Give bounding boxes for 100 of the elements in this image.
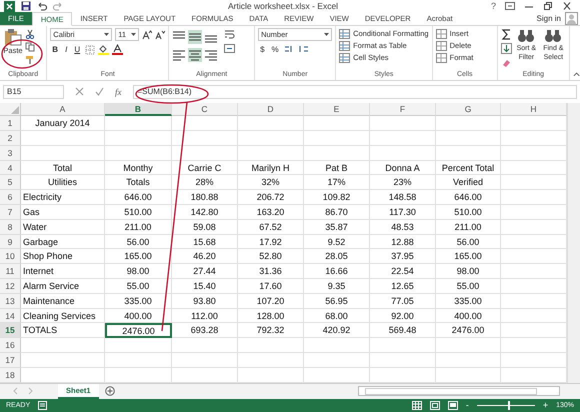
table-cell: 32% (238, 175, 304, 190)
page-break-icon[interactable] (448, 400, 458, 410)
ribbon-display-icon[interactable] (505, 2, 515, 10)
row-header[interactable]: 15 (0, 323, 21, 338)
row-header[interactable]: 13 (0, 294, 21, 309)
table-cell: 15.40 (172, 279, 238, 294)
column-header[interactable]: A (21, 103, 105, 116)
align-middle-icon[interactable] (188, 30, 202, 44)
shrink-font-icon[interactable] (155, 30, 166, 40)
active-cell[interactable]: 2476.00 (105, 323, 172, 338)
bold-button[interactable]: B (50, 45, 60, 54)
row-header[interactable]: 4 (0, 160, 21, 176)
save-icon[interactable] (21, 1, 31, 12)
add-sheet-icon[interactable] (104, 386, 115, 396)
empty-cell (304, 338, 370, 354)
column-header[interactable]: G (436, 103, 501, 116)
row-header[interactable]: 14 (0, 308, 21, 324)
copy-icon[interactable] (25, 42, 35, 52)
page-layout-icon[interactable] (430, 400, 440, 410)
table-cell: 165.00 (436, 249, 501, 264)
table-cell: 28.05 (304, 249, 370, 264)
fill-down-icon[interactable] (500, 43, 512, 54)
table-cell: 510.00 (105, 205, 172, 220)
underline-button[interactable]: U (72, 45, 82, 54)
enter-icon[interactable] (95, 87, 104, 96)
row-header[interactable]: 9 (0, 234, 21, 250)
align-center-icon[interactable] (188, 48, 202, 62)
autosum-icon[interactable] (500, 29, 512, 40)
column-header[interactable]: E (304, 103, 370, 116)
collapse-ribbon-icon[interactable] (572, 70, 580, 77)
normal-view-icon[interactable] (412, 400, 422, 410)
cut-icon[interactable] (25, 29, 35, 40)
name-box[interactable]: B15 (3, 84, 64, 99)
column-header[interactable]: D (238, 103, 304, 116)
zoom-in-button[interactable]: + (542, 400, 548, 410)
sign-in-link[interactable]: Sign in (536, 12, 565, 26)
format-painter-icon[interactable] (25, 55, 35, 66)
row-header[interactable]: 8 (0, 220, 21, 235)
italic-button[interactable]: I (63, 45, 70, 54)
align-left-icon[interactable] (172, 48, 186, 62)
table-cell: 17.60 (238, 279, 304, 294)
caret-icon (104, 32, 110, 37)
font-color-icon[interactable] (112, 44, 124, 56)
empty-cell (172, 353, 238, 368)
undo-icon[interactable] (37, 1, 47, 12)
decrease-decimal-icon[interactable] (298, 44, 309, 54)
eraser-icon[interactable] (500, 57, 512, 68)
table-cell: 792.32 (238, 323, 304, 338)
column-header[interactable]: B (105, 103, 172, 116)
horizontal-scrollbar[interactable] (358, 386, 560, 396)
row-header[interactable]: 12 (0, 279, 21, 294)
close-icon[interactable] (562, 2, 572, 10)
row-header[interactable]: 5 (0, 175, 21, 190)
row-header[interactable]: 7 (0, 205, 21, 220)
insert-function-button[interactable]: fx (115, 86, 122, 97)
percent-button[interactable]: % (270, 44, 281, 54)
zoom-out-button[interactable]: - (466, 400, 469, 410)
currency-button[interactable]: $ (258, 44, 267, 54)
fill-color-icon[interactable] (98, 44, 110, 56)
vertical-scrollbar[interactable] (567, 103, 580, 383)
table-cell: January 2014 (21, 116, 105, 132)
table-cell: Shop Phone (21, 249, 105, 264)
column-header[interactable]: F (370, 103, 436, 116)
table-cell: 646.00 (436, 190, 501, 206)
table-cell: 37.95 (370, 249, 436, 264)
row-header[interactable]: 1 (0, 116, 21, 132)
row-header[interactable]: 11 (0, 264, 21, 280)
row-header[interactable]: 10 (0, 249, 21, 264)
wrap-text-icon[interactable] (224, 29, 236, 40)
align-right-icon[interactable] (204, 48, 218, 62)
empty-cell (370, 131, 436, 146)
zoom-slider-thumb[interactable] (508, 400, 510, 410)
table-cell: Donna A (370, 160, 436, 176)
macro-record-icon[interactable] (38, 400, 48, 410)
column-header[interactable]: C (172, 103, 238, 116)
borders-icon[interactable] (85, 44, 96, 55)
table-icon (339, 40, 350, 51)
row-header[interactable]: 3 (0, 146, 21, 161)
merge-cells-icon[interactable] (224, 43, 236, 54)
formula-field[interactable]: =SUM(B6:B14) (132, 84, 577, 99)
empty-cell (436, 116, 501, 132)
grow-font-icon[interactable] (142, 30, 152, 40)
help-button[interactable]: ? (490, 1, 496, 12)
table-cell: Carrie C (172, 160, 238, 176)
table-cell: 55.00 (105, 279, 172, 294)
table-cell: Gas (21, 205, 105, 220)
column-header[interactable]: H (501, 103, 567, 116)
table-cell: 98.00 (436, 264, 501, 280)
table-icon (339, 52, 350, 63)
row-header[interactable]: 18 (0, 368, 21, 383)
empty-cell (105, 146, 172, 161)
row-header[interactable]: 16 (0, 338, 21, 354)
restore-icon[interactable] (543, 2, 553, 10)
row-header[interactable]: 17 (0, 353, 21, 368)
row-header[interactable]: 6 (0, 190, 21, 206)
row-header[interactable]: 2 (0, 131, 21, 146)
cancel-icon[interactable] (75, 87, 84, 96)
empty-cell (172, 338, 238, 354)
table-cell: 400.00 (105, 308, 172, 324)
table-cell: Totals (105, 175, 172, 190)
